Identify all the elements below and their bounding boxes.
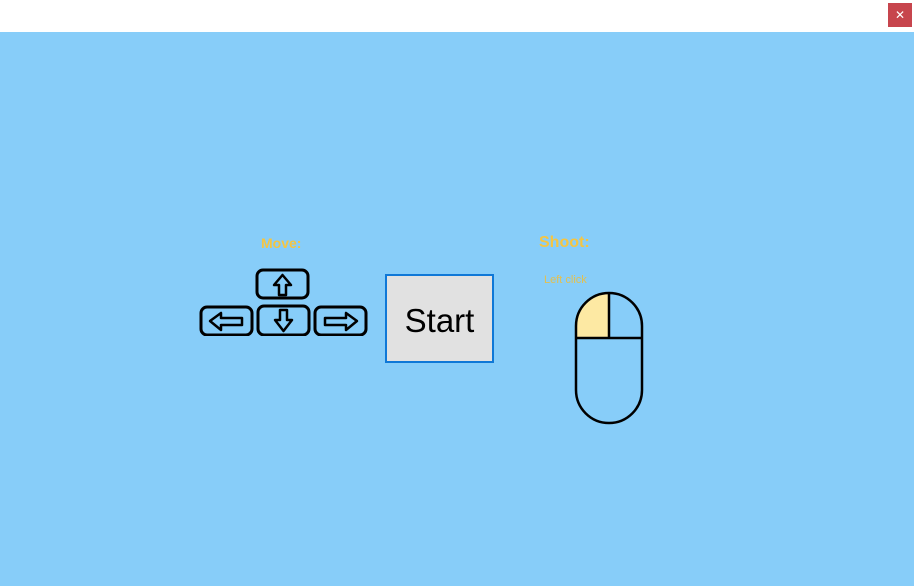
game-area: Move: Start Shoot: Left click — [0, 32, 914, 586]
up-arrow-key-icon — [255, 268, 310, 300]
left-arrow-key-icon — [199, 305, 254, 336]
start-button[interactable]: Start — [385, 274, 494, 363]
shoot-label: Shoot: — [539, 234, 590, 251]
mouse-left-button-highlight — [577, 293, 609, 338]
right-arrow-key-icon — [313, 305, 368, 336]
title-bar: ✕ — [0, 0, 914, 31]
arrow-keys-icon — [199, 268, 368, 336]
move-label: Move: — [261, 235, 302, 251]
down-arrow-key-icon — [256, 304, 311, 336]
game-window: ✕ Move: Start Shoot: Left click — [0, 0, 914, 586]
left-click-label: Left click — [544, 274, 587, 286]
close-button[interactable]: ✕ — [888, 3, 912, 27]
mouse-left-click-icon — [574, 291, 644, 425]
